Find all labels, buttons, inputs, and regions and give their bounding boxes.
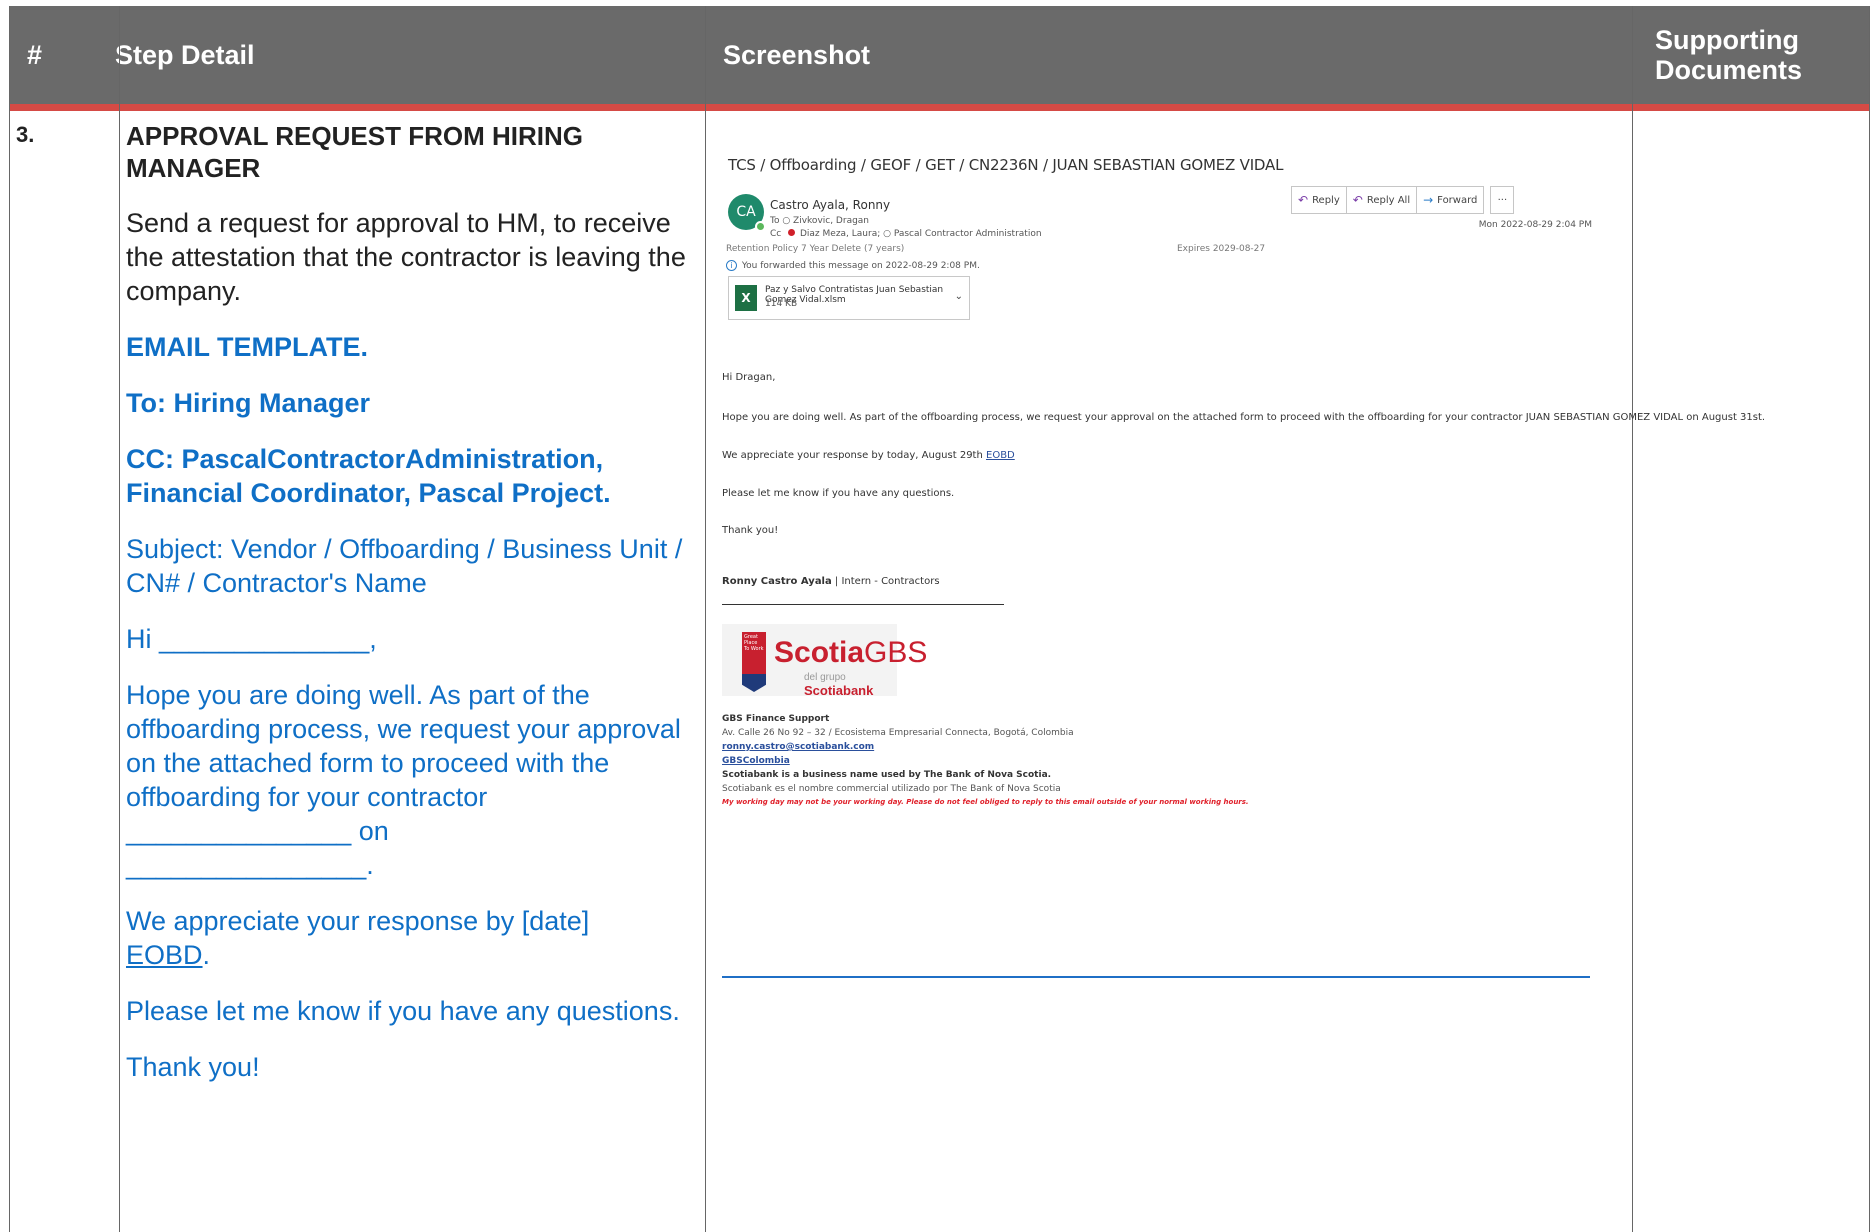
signature-gbs-link[interactable]: GBSColombia [722, 756, 790, 766]
template-subject: Subject: Vendor / Offboarding / Business… [126, 534, 683, 598]
signature-dept: GBS Finance Support [722, 714, 830, 724]
reply-all-button[interactable]: ↶ Reply All [1345, 186, 1418, 214]
template-label: EMAIL TEMPLATE. [126, 332, 368, 362]
chevron-down-icon[interactable]: ⌄ [955, 291, 963, 302]
email-actions: ↶ Reply ↶ Reply All → Forward ··· [1291, 186, 1515, 214]
template-appreciate-text: We appreciate your response by [date] [126, 906, 590, 936]
header-step-detail: Step Detail [115, 39, 255, 70]
email-questions: Please let me know if you have any quest… [722, 488, 955, 499]
email-retention: Retention Policy 7 Year Delete (7 years) [726, 244, 905, 254]
email-signature: Ronny Castro Ayala | Intern - Contractor… [722, 576, 940, 587]
signature-legal-es: Scotiabank es el nombre commercial utili… [722, 784, 1061, 794]
signature-disclaimer: My working day may not be your working d… [722, 798, 1249, 806]
template-blank-date: ________________. [126, 850, 374, 880]
template-body: Hope you are doing well. As part of the … [126, 678, 686, 882]
excel-file-icon: X [735, 285, 757, 311]
avatar-initials: CA [736, 204, 756, 220]
signature-email-link[interactable]: ronny.castro@scotiabank.com [722, 742, 874, 752]
email-date: Mon 2022-08-29 2:04 PM [1478, 220, 1592, 230]
badge-ribbon [742, 674, 766, 692]
template-body-intro: Hope you are doing well. As part of the … [126, 680, 681, 812]
email-attachment[interactable]: X Paz y Salvo Contratistas Juan Sebastia… [728, 276, 970, 320]
template-appreciate: We appreciate your response by [date] EO… [126, 904, 686, 972]
signature-role: | Intern - Contractors [831, 576, 940, 587]
header-supporting-line2: Documents [1655, 55, 1803, 85]
column-divider-1 [119, 6, 120, 1232]
table-border-right [1869, 6, 1870, 1232]
reply-label: Reply [1312, 194, 1340, 206]
signature-address: Av. Calle 26 No 92 – 32 / Ecosistema Emp… [722, 728, 1074, 738]
column-divider-3 [1632, 6, 1633, 1232]
email-body: Hope you are doing well. As part of the … [722, 412, 1766, 423]
template-eobd: EOBD [126, 940, 203, 970]
step-number: 3. [16, 122, 35, 147]
template-blank-contractor: _______________ [126, 816, 352, 846]
email-cc-label: Cc [770, 229, 782, 239]
more-actions-button[interactable]: ··· [1490, 186, 1515, 214]
info-icon: i [726, 260, 737, 271]
email-appreciate-text: We appreciate your response by today, Au… [722, 450, 983, 461]
header-supporting-documents: Supporting Documents [1655, 6, 1865, 104]
email-forwarded-notice: i You forwarded this message on 2022-08-… [726, 260, 980, 271]
email-screenshot: TCS / Offboarding / GEOF / GET / CN2236N… [722, 150, 1765, 990]
email-to: To ○ Zivkovic, Dragan [770, 216, 870, 226]
reply-icon: ↶ [1298, 193, 1309, 207]
template-greeting: Hi ______________, [126, 624, 377, 654]
step-description: Send a request for approval to HM, to re… [126, 208, 686, 306]
template-thanks: Thank you! [126, 1052, 260, 1082]
header-screshot: Screenshot [723, 39, 871, 70]
avatar: CA [728, 194, 766, 232]
forward-label: Forward [1437, 194, 1478, 206]
header-accent-line [9, 104, 1870, 111]
template-cc: CC: PascalContractorAdministration, Fina… [126, 444, 611, 508]
reply-button[interactable]: ↶ Reply [1291, 186, 1347, 214]
email-appreciate: We appreciate your response by today, Au… [722, 450, 1015, 461]
screenshot-bottom-rule [722, 976, 1590, 978]
signature-divider [722, 604, 1004, 605]
table-border-left [9, 6, 10, 1232]
step-title: APPROVAL REQUEST FROM HIRING MANAGER [126, 121, 583, 183]
email-eobd-link[interactable]: EOBD [986, 450, 1015, 461]
step-detail: APPROVAL REQUEST FROM HIRING MANAGER Sen… [126, 120, 686, 1084]
attachment-size: 114 KB [765, 299, 798, 309]
header-supporting-line1: Supporting [1655, 25, 1799, 55]
email-cc-names: Diaz Meza, Laura; ○ Pascal Contractor Ad… [799, 229, 1042, 239]
email-cc: Cc Diaz Meza, Laura; ○ Pascal Contractor… [770, 229, 1042, 239]
signature-legal-en: Scotiabank is a business name used by Th… [722, 770, 1052, 780]
template-questions: Please let me know if you have any quest… [126, 996, 680, 1026]
column-divider-2 [705, 6, 706, 1232]
email-subject: TCS / Offboarding / GEOF / GET / CN2236N… [728, 156, 1284, 174]
template-to: To: Hiring Manager [126, 388, 371, 418]
forward-button[interactable]: → Forward [1416, 186, 1485, 214]
scotiagbs-logo: Great Place To Work ScotiaGBS del grupo … [722, 624, 927, 698]
header-num: # [27, 39, 43, 70]
logo-subtitle: del grupo Scotiabank [804, 672, 874, 698]
forward-icon: → [1423, 193, 1434, 207]
logo-wordmark: ScotiaGBS [774, 636, 928, 669]
busy-dot-icon [788, 229, 796, 236]
email-greeting: Hi Dragan, [722, 372, 776, 383]
template-eobd-tail: . [202, 940, 211, 970]
reply-all-label: Reply All [1366, 194, 1411, 206]
template-on: on [358, 816, 389, 846]
email-expires: Expires 2029-08-27 [1177, 244, 1266, 254]
email-forwarded-text: You forwarded this message on 2022-08-29… [741, 261, 980, 271]
reply-all-icon: ↶ [1352, 193, 1363, 207]
signature-name: Ronny Castro Ayala [722, 576, 832, 587]
email-sender[interactable]: Castro Ayala, Ronny [770, 198, 890, 212]
email-thanks: Thank you! [722, 525, 779, 536]
presence-icon [755, 221, 766, 232]
